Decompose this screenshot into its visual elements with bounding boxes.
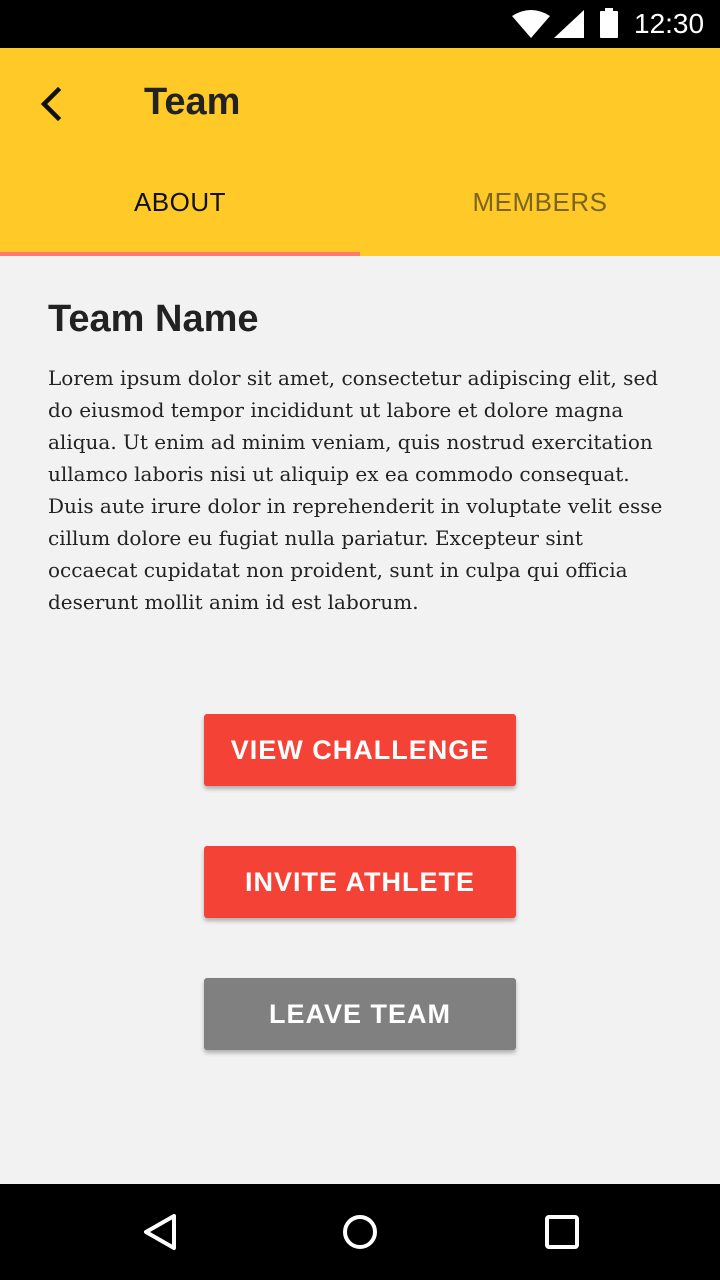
chevron-left-icon: [40, 86, 62, 122]
wifi-icon: [512, 10, 550, 38]
battery-icon: [600, 8, 618, 38]
tab-indicator: [0, 252, 360, 256]
status-time: 12:30: [634, 8, 705, 39]
status-bar: 12:30: [0, 0, 720, 48]
screen: 12:30 Team ABOUT MEMBERS Team Name Lorem…: [0, 0, 720, 1280]
back-button[interactable]: [30, 82, 74, 126]
tab-about[interactable]: ABOUT: [0, 160, 360, 256]
about-content: Team Name Lorem ipsum dolor sit amet, co…: [48, 296, 678, 618]
view-challenge-button[interactable]: VIEW CHALLENGE: [204, 714, 516, 786]
nav-recents-icon[interactable]: [542, 1212, 582, 1252]
navigation-bar: [0, 1184, 720, 1280]
signal-icon: [554, 10, 584, 38]
team-description: Lorem ipsum dolor sit amet, consectetur …: [48, 366, 663, 614]
leave-team-button[interactable]: LEAVE TEAM: [204, 978, 516, 1050]
nav-home-icon[interactable]: [340, 1212, 380, 1252]
team-name-heading: Team Name: [48, 298, 259, 340]
nav-back-icon[interactable]: [140, 1212, 180, 1252]
invite-athlete-button[interactable]: INVITE ATHLETE: [204, 846, 516, 918]
page-title: Team: [144, 81, 241, 123]
app-bar: Team ABOUT MEMBERS: [0, 48, 720, 256]
tab-members[interactable]: MEMBERS: [360, 160, 720, 256]
